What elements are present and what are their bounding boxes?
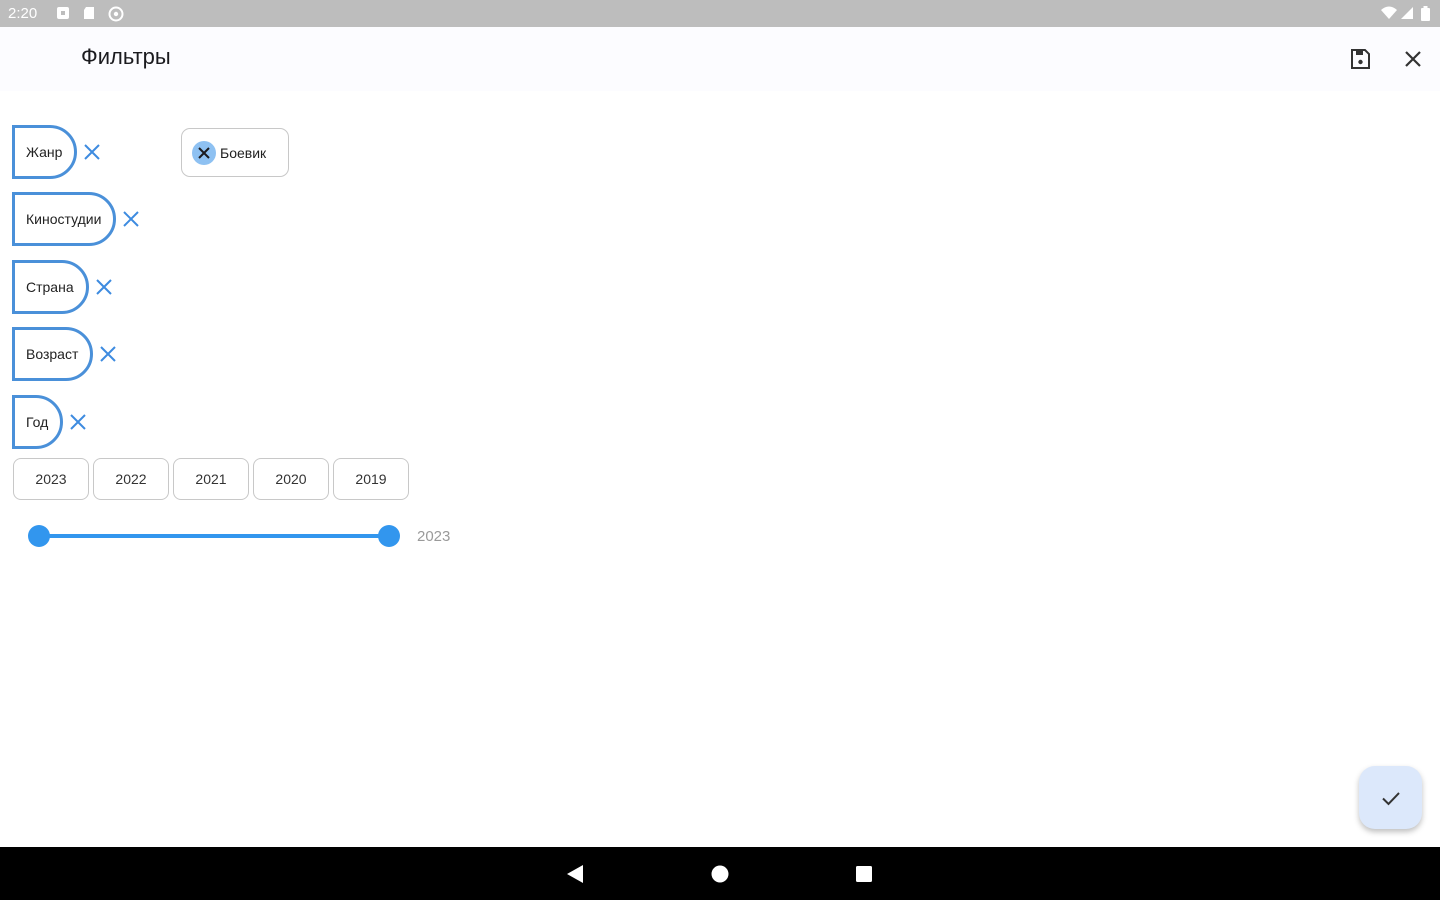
filter-tag-year[interactable]: Год	[12, 395, 64, 449]
home-button[interactable]	[709, 863, 731, 885]
app-bar: Фильтры	[0, 27, 1440, 91]
close-icon	[198, 146, 210, 159]
year-chip-2023[interactable]: 2023	[13, 458, 89, 500]
slider-thumb-end[interactable]	[378, 525, 400, 547]
remove-genre-filter-button[interactable]	[81, 141, 103, 163]
recents-icon	[856, 866, 872, 882]
signal-icon	[1400, 6, 1414, 25]
year-chip-group: 2023 2022 2021 2020 2019	[13, 458, 409, 500]
filter-tag-label: Год	[26, 414, 49, 430]
battery-icon	[1421, 6, 1430, 26]
remove-year-filter-button[interactable]	[67, 411, 89, 433]
selected-genre-chip[interactable]: Боевик	[181, 128, 289, 177]
status-bar: 2:20	[0, 0, 1440, 27]
filter-row-genre: Жанр	[12, 125, 103, 179]
filter-tag-studios[interactable]: Киностудии	[12, 192, 117, 246]
wifi-icon	[1380, 6, 1398, 25]
remove-genre-chip-button[interactable]	[192, 140, 216, 165]
slider-track	[38, 534, 390, 538]
sd-card-icon	[82, 6, 96, 20]
filter-tag-label: Киностудии	[26, 211, 102, 227]
year-chip-2020[interactable]: 2020	[253, 458, 329, 500]
close-icon	[123, 211, 140, 227]
filter-tag-label: Возраст	[26, 346, 79, 362]
close-icon	[100, 346, 117, 362]
year-chip-2022[interactable]: 2022	[93, 458, 169, 500]
close-icon	[70, 414, 87, 430]
back-icon	[567, 865, 583, 883]
filter-row-studios: Киностудии	[12, 192, 142, 246]
filter-row-age: Возраст	[12, 327, 119, 381]
slider-thumb-start[interactable]	[28, 525, 50, 547]
close-icon	[95, 279, 112, 295]
year-range-slider[interactable]	[28, 522, 400, 550]
filter-row-year: Год	[12, 395, 89, 449]
at-sign-icon	[108, 6, 124, 22]
system-nav-bar	[0, 847, 1440, 900]
recents-button[interactable]	[853, 863, 875, 885]
home-icon	[711, 865, 729, 883]
close-icon	[1405, 51, 1421, 67]
filter-row-country: Страна	[12, 260, 115, 314]
check-icon	[1381, 791, 1400, 805]
filter-tag-label: Страна	[26, 279, 74, 295]
year-chip-2019[interactable]: 2019	[333, 458, 409, 500]
close-button[interactable]	[1399, 45, 1427, 73]
apply-filters-button[interactable]	[1359, 766, 1422, 829]
notification-icon	[56, 6, 70, 20]
filter-tag-label: Жанр	[26, 144, 63, 160]
slider-value: 2023	[417, 528, 451, 545]
save-button[interactable]	[1346, 45, 1374, 73]
filter-tag-country[interactable]: Страна	[12, 260, 89, 314]
status-time: 2:20	[8, 5, 38, 22]
filter-tag-genre[interactable]: Жанр	[12, 125, 78, 179]
save-icon	[1351, 49, 1370, 69]
remove-age-filter-button[interactable]	[97, 343, 119, 365]
back-button[interactable]	[564, 863, 586, 885]
page-title: Фильтры	[81, 44, 171, 69]
filter-tag-age[interactable]: Возраст	[12, 327, 94, 381]
close-icon	[84, 144, 101, 160]
remove-country-filter-button[interactable]	[93, 276, 115, 298]
selected-genre-label: Боевик	[220, 144, 267, 161]
remove-studios-filter-button[interactable]	[120, 208, 142, 230]
year-chip-2021[interactable]: 2021	[173, 458, 249, 500]
